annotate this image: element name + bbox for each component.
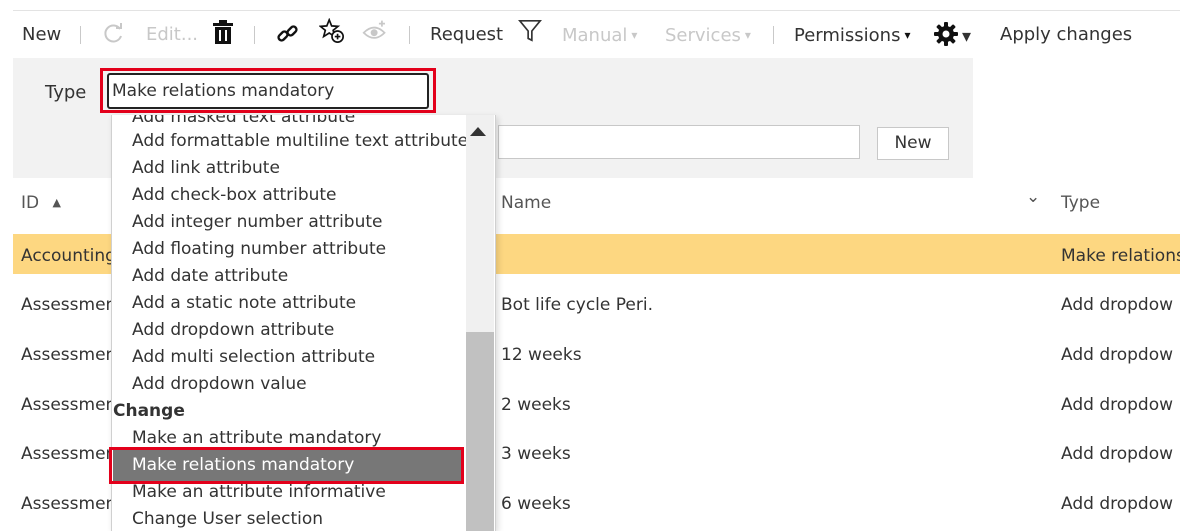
row-name: 6 weeks bbox=[501, 494, 571, 514]
dropdown-option[interactable]: Make an attribute mandatory bbox=[132, 427, 381, 449]
row-type: Add dropdow bbox=[1061, 494, 1174, 514]
dropdown-option[interactable]: Add formattable multiline text attribute bbox=[132, 130, 468, 152]
watch-add-icon[interactable] bbox=[362, 18, 388, 44]
name-filter-input[interactable] bbox=[498, 125, 860, 159]
filter-new-button[interactable]: New bbox=[877, 127, 949, 160]
toolbar-separator bbox=[254, 26, 255, 44]
row-type: Make relations bbox=[1061, 246, 1180, 266]
manual-label: Manual bbox=[562, 25, 628, 46]
row-id: Assessmen bbox=[21, 395, 117, 415]
dropdown-option[interactable]: Add masked text attribute bbox=[132, 115, 355, 128]
dropdown-option[interactable]: Add dropdown value bbox=[132, 373, 307, 395]
dropdown-option[interactable]: Add link attribute bbox=[132, 157, 280, 179]
dropdown-option[interactable]: Make an attribute informative bbox=[132, 481, 386, 503]
row-type: Add dropdow bbox=[1061, 295, 1174, 315]
dropdown-option[interactable]: Add check-box attribute bbox=[132, 184, 337, 206]
toolbar-separator bbox=[80, 26, 81, 44]
row-name: 12 weeks bbox=[501, 345, 582, 365]
row-type: Add dropdow bbox=[1061, 444, 1174, 464]
favorite-add-icon[interactable] bbox=[319, 18, 345, 44]
row-name: 2 weeks bbox=[501, 395, 571, 415]
selected-option-highlight bbox=[109, 447, 464, 484]
row-type: Add dropdow bbox=[1061, 395, 1174, 415]
gear-icon[interactable] bbox=[933, 21, 959, 47]
id-header-label: ID bbox=[21, 193, 40, 213]
sort-asc-icon: ▲ bbox=[52, 196, 61, 209]
name-column-header[interactable]: Name bbox=[501, 192, 551, 214]
edit-button[interactable]: Edit... bbox=[146, 24, 198, 46]
row-id: Assessmen bbox=[21, 444, 117, 464]
type-select[interactable]: Make relations mandatory bbox=[107, 73, 429, 109]
dropdown-option[interactable]: Add dropdown attribute bbox=[132, 319, 334, 341]
row-type: Add dropdow bbox=[1061, 345, 1174, 365]
services-menu[interactable]: Services ▾ bbox=[665, 24, 751, 47]
dropdown-group-change: Change bbox=[113, 401, 185, 421]
link-icon[interactable] bbox=[275, 21, 301, 47]
trash-icon[interactable] bbox=[210, 20, 236, 46]
dropdown-option[interactable]: Change User selection bbox=[132, 508, 323, 530]
services-label: Services bbox=[665, 25, 741, 46]
toolbar-top-border bbox=[13, 10, 1180, 11]
row-id: Assessmen bbox=[21, 494, 117, 514]
filter-icon[interactable] bbox=[517, 18, 543, 44]
dropdown-option[interactable]: Add floating number attribute bbox=[132, 238, 386, 260]
column-chevron-icon[interactable]: ⌄ bbox=[1026, 186, 1040, 208]
type-column-header[interactable]: Type bbox=[1061, 192, 1100, 214]
dropdown-option[interactable]: Add a static note attribute bbox=[132, 292, 356, 314]
dropdown-option[interactable]: Add integer number attribute bbox=[132, 211, 382, 233]
row-id: Accounting bbox=[21, 246, 116, 266]
row-name: Bot life cycle Peri. bbox=[501, 295, 653, 315]
chevron-down-icon: ▾ bbox=[744, 28, 751, 42]
row-id: Assessmen bbox=[21, 295, 117, 315]
row-id: Assessmen bbox=[21, 345, 117, 365]
settings-menu-caret[interactable]: ▾ bbox=[962, 26, 971, 48]
request-button[interactable]: Request bbox=[430, 24, 503, 46]
dropdown-option[interactable]: Add date attribute bbox=[132, 265, 288, 287]
manual-menu[interactable]: Manual ▾ bbox=[562, 24, 637, 47]
apply-changes-button[interactable]: Apply changes bbox=[1000, 24, 1132, 46]
refresh-icon[interactable] bbox=[101, 21, 127, 47]
scroll-up-icon[interactable] bbox=[470, 127, 486, 136]
row-name: 3 weeks bbox=[501, 444, 571, 464]
permissions-menu[interactable]: Permissions ▾ bbox=[794, 24, 911, 47]
chevron-down-icon: ▾ bbox=[904, 28, 911, 42]
permissions-label: Permissions bbox=[794, 25, 901, 46]
dropdown-scrollbar-thumb[interactable] bbox=[466, 332, 494, 531]
id-column-header[interactable]: ID ▲ bbox=[21, 192, 61, 214]
toolbar-separator bbox=[409, 26, 410, 44]
dropdown-option[interactable]: Add multi selection attribute bbox=[132, 346, 375, 368]
new-button[interactable]: New bbox=[22, 24, 61, 46]
toolbar-separator bbox=[773, 26, 774, 44]
type-label: Type bbox=[45, 82, 87, 103]
chevron-down-icon: ▾ bbox=[631, 28, 638, 42]
